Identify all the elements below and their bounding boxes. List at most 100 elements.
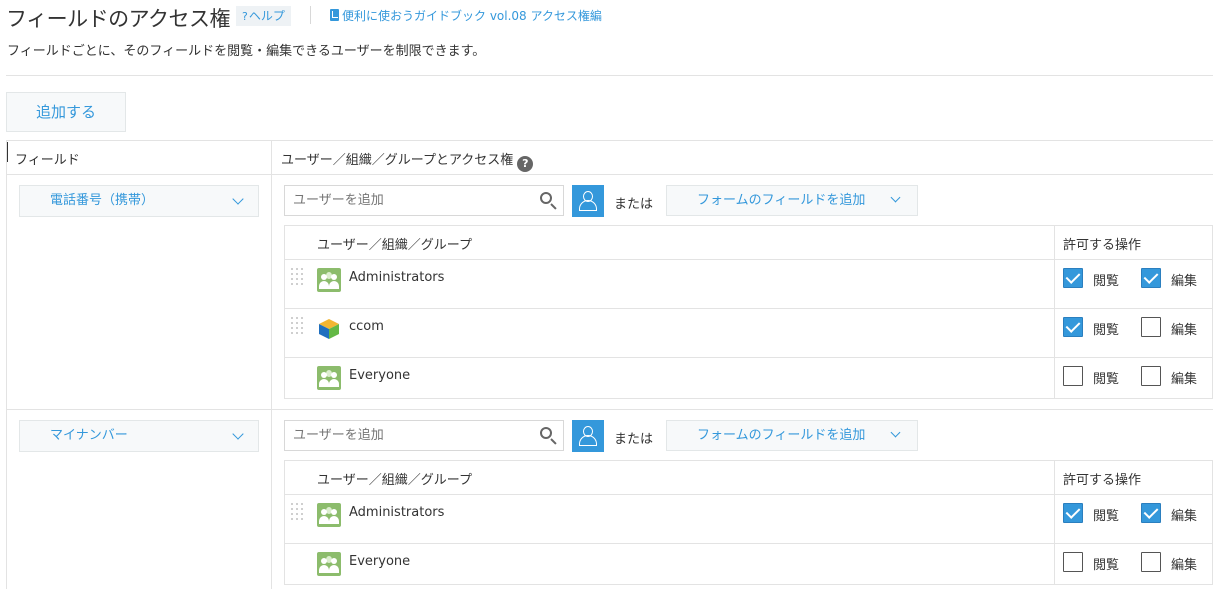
row-divider: [284, 543, 1213, 544]
column-header-field: フィールド: [15, 153, 80, 168]
group-icon-part: [319, 516, 329, 524]
entity-table-header-name: ユーザー／組織／グループ: [317, 473, 472, 488]
group-icon-part: [321, 372, 327, 378]
group-icon: [317, 268, 341, 292]
add-user-input[interactable]: [284, 420, 564, 451]
text-cursor: [7, 142, 8, 162]
entity-name: Everyone: [349, 554, 411, 569]
add-form-field-button[interactable]: フォームのフィールドを追加: [666, 420, 918, 451]
view-checkbox[interactable]: [1063, 268, 1083, 288]
user-picker-button[interactable]: [572, 420, 604, 452]
group-icon: [317, 552, 341, 576]
edit-checkbox[interactable]: [1141, 503, 1161, 523]
search-icon-handle: [550, 203, 557, 210]
user-picker-button[interactable]: [572, 185, 604, 217]
entity-name: Everyone: [349, 368, 411, 383]
organization-cube-icon: [319, 319, 339, 339]
table-top-border: [6, 140, 1213, 141]
column-header-access: ユーザー／組織／グループとアクセス権?: [281, 149, 534, 172]
row-divider: [284, 357, 1213, 358]
group-icon-part: [319, 281, 329, 289]
view-checkbox[interactable]: [1063, 552, 1083, 572]
add-user-input[interactable]: [284, 185, 564, 216]
view-label: 閲覧: [1093, 509, 1120, 524]
edit-label: 編集: [1171, 558, 1198, 573]
add-form-field-button[interactable]: フォームのフィールドを追加: [666, 185, 918, 216]
group-icon-part: [321, 274, 327, 280]
view-label: 閲覧: [1093, 372, 1120, 387]
person-icon-body: [579, 435, 597, 446]
page-description: フィールドごとに、そのフィールドを閲覧・編集できるユーザーを制限できます。: [7, 44, 486, 59]
drag-handle-icon[interactable]: [291, 317, 303, 337]
entity-table-header-ops: 許可する操作: [1063, 473, 1142, 488]
help-link[interactable]: ?ヘルプ: [236, 6, 291, 26]
edit-label: 編集: [1171, 509, 1198, 524]
group-icon-part: [331, 274, 337, 280]
entity-name: Administrators: [349, 505, 445, 520]
header-divider: [310, 6, 311, 24]
group-icon-part: [331, 372, 337, 378]
edit-label: 編集: [1171, 372, 1198, 387]
edit-checkbox[interactable]: [1141, 366, 1161, 386]
entity-table-header-name: ユーザー／組織／グループ: [317, 238, 472, 253]
drag-handle-icon[interactable]: [291, 503, 303, 523]
guidebook-link-label: 便利に使おうガイドブック vol.08 アクセス権編: [342, 9, 602, 23]
field-select-label: 電話番号（携帯）: [50, 193, 155, 208]
group-icon: [317, 503, 341, 527]
table-left-border: [6, 140, 7, 589]
group-icon-part: [329, 379, 339, 387]
rule-divider: [6, 409, 1213, 410]
access-help-icon[interactable]: ?: [517, 156, 534, 172]
field-select[interactable]: マイナンバー: [19, 420, 259, 452]
view-checkbox[interactable]: [1063, 317, 1083, 337]
header-divider-line: [6, 75, 1213, 76]
search-icon-handle: [550, 438, 557, 445]
entity-table-divider: [1054, 225, 1055, 399]
search-button[interactable]: [532, 420, 564, 451]
group-icon-part: [319, 379, 329, 387]
group-icon: [317, 366, 341, 390]
view-label: 閲覧: [1093, 558, 1120, 573]
edit-checkbox[interactable]: [1141, 552, 1161, 572]
column-header-access-label: ユーザー／組織／グループとアクセス権: [281, 153, 514, 168]
table-header-bottom-border: [6, 174, 1213, 175]
row-divider: [284, 308, 1213, 309]
chevron-down-icon: [232, 428, 244, 440]
or-label: または: [614, 197, 654, 212]
add-rule-button[interactable]: 追加する: [6, 92, 126, 132]
drag-handle-icon[interactable]: [291, 268, 303, 288]
or-label: または: [614, 432, 654, 447]
entity-table-header-border: [284, 494, 1213, 495]
group-icon-part: [329, 565, 339, 573]
edit-label: 編集: [1171, 274, 1198, 289]
add-form-field-label: フォームのフィールドを追加: [697, 193, 866, 208]
group-icon-part: [329, 281, 339, 289]
view-checkbox[interactable]: [1063, 366, 1083, 386]
book-icon: [330, 9, 339, 21]
edit-checkbox[interactable]: [1141, 268, 1161, 288]
field-select-label: マイナンバー: [50, 428, 128, 443]
entity-table-header-ops: 許可する操作: [1063, 238, 1142, 253]
guidebook-link[interactable]: 便利に使おうガイドブック vol.08 アクセス権編: [330, 7, 602, 24]
entity-table-header-border: [284, 259, 1213, 260]
view-label: 閲覧: [1093, 274, 1120, 289]
add-form-field-label: フォームのフィールドを追加: [697, 428, 866, 443]
chevron-down-icon: [890, 427, 901, 438]
table-column-divider: [271, 140, 272, 589]
view-label: 閲覧: [1093, 323, 1120, 338]
group-icon-part: [319, 565, 329, 573]
chevron-down-icon: [890, 192, 901, 203]
chevron-down-icon: [232, 193, 244, 205]
group-icon-part: [321, 558, 327, 564]
entity-name: ccom: [349, 319, 384, 334]
edit-label: 編集: [1171, 323, 1198, 338]
field-select[interactable]: 電話番号（携帯）: [19, 185, 259, 217]
group-icon-part: [321, 509, 327, 515]
entity-name: Administrators: [349, 270, 445, 285]
person-icon-body: [579, 200, 597, 211]
edit-checkbox[interactable]: [1141, 317, 1161, 337]
view-checkbox[interactable]: [1063, 503, 1083, 523]
search-icon: [540, 427, 552, 439]
search-button[interactable]: [532, 185, 564, 216]
help-question-icon: ?: [242, 10, 248, 23]
